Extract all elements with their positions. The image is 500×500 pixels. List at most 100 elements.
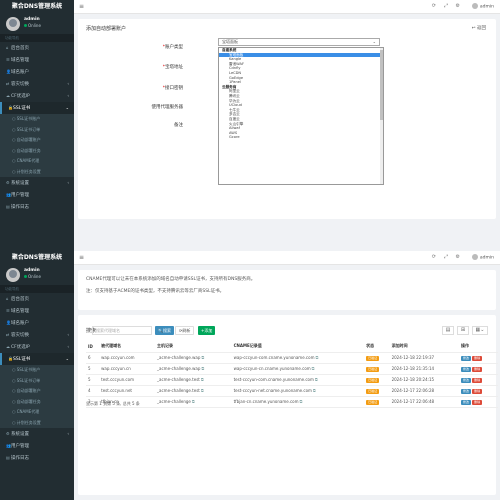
sidebar-subitem-2[interactable]: ○ 自动部署账户: [0, 135, 74, 146]
user-panel: admin Online: [0, 265, 74, 285]
sidebar-item-0[interactable]: ⌂ 后台首页: [0, 293, 74, 305]
add-button[interactable]: +添加: [198, 326, 216, 335]
chevron-icon: ‹: [67, 180, 69, 185]
status-badge: 已验证: [366, 388, 380, 394]
edit-button[interactable]: 修改: [461, 377, 472, 383]
grid-view-icon[interactable]: ⊞: [457, 326, 469, 335]
account-type-dropdown[interactable]: 自建系统 宝塔面板 Kangle 雷池WAF Cdnfly LeCDN GoEdge 1Pan…: [218, 47, 384, 185]
table-header-cell: 被代理域名: [99, 341, 156, 353]
menu-toggle-icon[interactable]: ≡: [79, 3, 84, 10]
form-label-use-proxy: 使用代理服务器: [151, 105, 184, 110]
topbar-user[interactable]: admin: [471, 3, 494, 10]
delete-button[interactable]: 删除: [472, 399, 483, 405]
nav-section-header: 功能导航: [0, 34, 74, 42]
search-button[interactable]: 🔍搜索: [155, 326, 174, 335]
settings-icon[interactable]: ⚙: [456, 254, 460, 260]
copy-icon[interactable]: ⧉: [315, 377, 318, 382]
copy-icon[interactable]: ⧉: [312, 366, 315, 371]
cname-text: wap-cccyun-com.cname.yunoname.com: [233, 355, 315, 360]
dropdown-scrollbar[interactable]: [380, 48, 383, 184]
sidebar-item-bottom-0[interactable]: ⚙系统设置 ‹: [0, 428, 74, 440]
sidebar-item-4[interactable]: ☁CF优选IP ‹: [0, 90, 74, 102]
fullscreen-icon[interactable]: ⤢: [444, 254, 448, 260]
form-label-api-key: *接口密钥: [162, 86, 183, 91]
sidebar-item-4[interactable]: ☁CF优选IP ‹: [0, 341, 74, 353]
form-screenshot-panel: 聚合DNS管理系统 admin Online 功能导航 ⌂ 后台首页 ☰域名管理 👤域…: [0, 0, 500, 251]
back-button[interactable]: ↩ 返回: [472, 25, 486, 31]
columns-toggle-icon[interactable]: ▤: [442, 326, 454, 335]
sidebar-subitem-1[interactable]: ○ SSL证书订单: [0, 124, 74, 135]
refresh-button[interactable]: ⟳刷新: [175, 326, 195, 335]
sidebar-item-5[interactable]: 🔒SSL证书 ⌄: [0, 353, 74, 365]
sidebar-item-label: 系统设置: [11, 432, 29, 437]
sidebar-item-bottom-0[interactable]: ⚙系统设置 ‹: [0, 177, 74, 189]
edit-button[interactable]: 修改: [461, 399, 472, 405]
copy-icon[interactable]: ⧉: [300, 399, 303, 404]
sidebar-subitem-3[interactable]: ○ 自动部署任务: [0, 396, 74, 407]
sidebar-item-bottom-2[interactable]: ▤操作日志: [0, 452, 74, 464]
cell-status: 已验证: [364, 396, 390, 408]
refresh-icon[interactable]: ⟳: [432, 254, 436, 260]
sidebar-item-1[interactable]: ☰域名管理: [0, 54, 74, 66]
menu-toggle-icon[interactable]: ≡: [79, 254, 84, 261]
settings-icon[interactable]: ⚙: [456, 3, 460, 9]
sidebar-item-bottom-1[interactable]: 👥用户管理: [0, 440, 74, 452]
sidebar-item-3[interactable]: ⇄ 容灾切换 ‹: [0, 78, 74, 90]
cell-domain: wap.cccyun.cn: [99, 363, 156, 375]
sidebar-subitem-4[interactable]: ○ CNAME代理: [0, 156, 74, 167]
sidebar-subitem-5[interactable]: ○ 计划任务设置: [0, 166, 74, 177]
edit-button[interactable]: 修改: [461, 388, 472, 394]
copy-icon[interactable]: ⧉: [201, 355, 204, 360]
cell-host: _acme-challenge ⧉: [155, 396, 232, 408]
sidebar-subitem-3[interactable]: ○ 自动部署任务: [0, 145, 74, 156]
sidebar-subitem-2[interactable]: ○ 自动部署账户: [0, 386, 74, 397]
sidebar-subitem-0[interactable]: ○ SSL证书账户: [0, 365, 74, 376]
cell-time: 2024-12-17 22:06:28: [389, 385, 460, 397]
sidebar-item-bottom-2[interactable]: ▤操作日志: [0, 201, 74, 213]
fullscreen-icon[interactable]: ⤢: [444, 3, 448, 9]
sidebar-item-2[interactable]: 👤域名账户: [0, 66, 74, 78]
copy-icon[interactable]: ⧉: [201, 366, 204, 371]
sidebar-item-3[interactable]: ⇄ 容灾切换 ‹: [0, 329, 74, 341]
copy-icon[interactable]: ⧉: [313, 388, 316, 393]
copy-icon[interactable]: ⧉: [315, 355, 318, 360]
delete-button[interactable]: 删除: [472, 366, 483, 372]
cell-domain: test.cccyun.com: [99, 374, 156, 386]
sidebar-item-1[interactable]: ☰域名管理: [0, 305, 74, 317]
export-dropdown-icon[interactable]: ▦⌄: [472, 326, 488, 335]
sidebar: 聚合DNS管理系统 admin Online 功能导航 ⌂ 后台首页 ☰域名管理 👤域…: [0, 0, 74, 251]
host-text: _acme-challenge.test: [157, 377, 200, 382]
topbar: ≡ ⟳ ⤢ ⚙ admin: [74, 251, 500, 265]
account-type-select[interactable]: 宝塔面板 ⌄: [218, 38, 380, 46]
sidebar-subitem-4[interactable]: ○ CNAME代理: [0, 407, 74, 418]
notice-card: CNAME代理可以让未在本系统添加的域名自动申请SSL证书，支持所有DNS服务商…: [78, 270, 496, 310]
delete-button[interactable]: 删除: [472, 355, 483, 361]
cell-actions: 修改 删除: [459, 385, 498, 397]
sidebar-subitem-5[interactable]: ○ 计划任务设置: [0, 417, 74, 428]
table-header-cell: 主机记录: [155, 341, 232, 353]
cell-actions: 修改 删除: [459, 352, 498, 364]
delete-button[interactable]: 删除: [472, 377, 483, 383]
sidebar-subitem-1[interactable]: ○ SSL证书订单: [0, 375, 74, 386]
refresh-icon[interactable]: ⟳: [432, 3, 436, 9]
sidebar-item-5[interactable]: 🔒SSL证书 ⌄: [0, 102, 74, 114]
copy-icon[interactable]: ⧉: [192, 399, 195, 404]
chevron-icon: ⌄: [65, 356, 69, 361]
copy-icon[interactable]: ⧉: [201, 377, 204, 382]
cell-cname: tfbjan-cn.cname.yunoname.com ⧉: [231, 396, 365, 408]
edit-button[interactable]: 修改: [461, 366, 472, 372]
sidebar-subitem-0[interactable]: ○ SSL证书账户: [0, 114, 74, 125]
form-label-panel-url: *宝塔地址: [162, 65, 183, 70]
sidebar-item-2[interactable]: 👤域名账户: [0, 317, 74, 329]
sidebar-item-label: SSL证书: [13, 357, 31, 362]
edit-button[interactable]: 修改: [461, 355, 472, 361]
sidebar-item-bottom-1[interactable]: 👥用户管理: [0, 189, 74, 201]
topbar-user[interactable]: admin: [471, 254, 494, 261]
dropdown-option[interactable]: Gcore: [219, 135, 383, 140]
cname-text: test-cccyun-net.cname.yunoname.com: [233, 388, 312, 393]
copy-icon[interactable]: ⧉: [201, 388, 204, 393]
sidebar-item-0[interactable]: ⌂ 后台首页: [0, 42, 74, 54]
notice-line-1: CNAME代理可以让未在本系统添加的域名自动申请SSL证书，支持所有DNS服务商…: [86, 277, 256, 282]
search-input[interactable]: 搜索代理域名: [92, 326, 152, 335]
delete-button[interactable]: 删除: [472, 388, 483, 394]
